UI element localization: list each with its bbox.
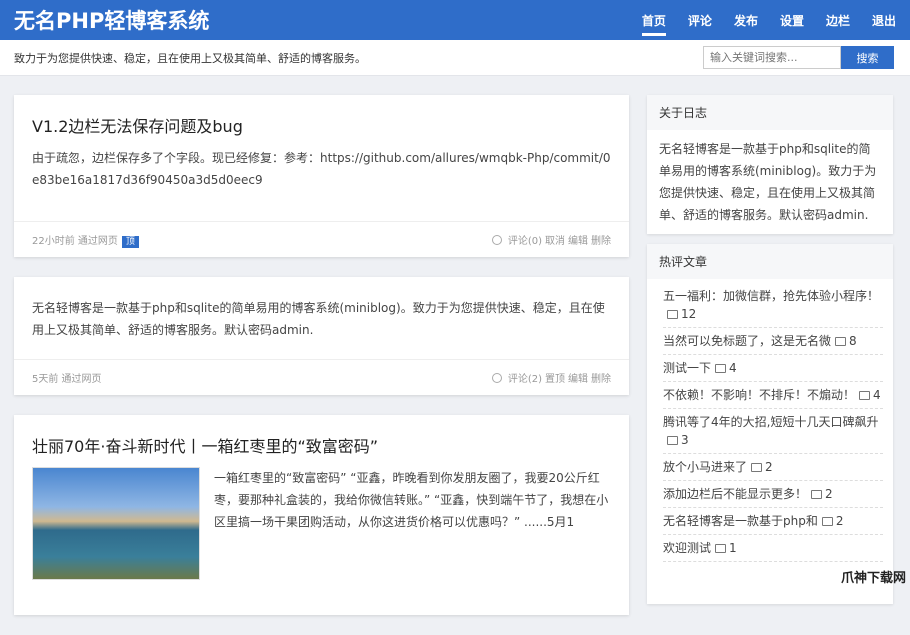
post-card: 壮丽70年·奋斗新时代丨一箱红枣里的“致富密码” 一箱红枣里的“致富密码” “亚… (14, 415, 629, 615)
comment-count: 2 (765, 460, 773, 474)
post-text: 由于疏忽，边栏保存多了个字段。现已经修复：参考：https://github.c… (32, 151, 611, 187)
about-text: 无名轻博客是一款基于php和sqlite的简单易用的博客系统(miniblog)… (659, 142, 877, 222)
hot-post-item[interactable]: 当然可以免标题了，这是无名微 8 (663, 328, 883, 355)
post-title[interactable]: V1.2边栏无法保存问题及bug (32, 113, 611, 137)
comment-count: 8 (849, 334, 857, 348)
search-input[interactable] (703, 46, 841, 69)
hot-post-item[interactable]: 放个小马进来了 2 (663, 454, 883, 481)
comment-icon (715, 544, 727, 553)
edit-link[interactable]: 编辑 (568, 374, 588, 385)
comments-link[interactable]: 评论(0) (508, 236, 542, 247)
post-meta: 22小时前 通过网页 (32, 236, 118, 247)
post-card: 无名轻博客是一款基于php和sqlite的简单易用的博客系统(miniblog)… (14, 277, 629, 395)
hot-post-item[interactable]: 无名轻博客是一款基于php和 2 (663, 508, 883, 535)
post-meta: 5天前 通过网页 (32, 374, 102, 385)
post-thumbnail[interactable] (32, 467, 200, 580)
pinned-badge: 顶 (121, 236, 139, 248)
unpin-link[interactable]: 取消 (545, 236, 565, 247)
edit-link[interactable]: 编辑 (568, 236, 588, 247)
comments-link[interactable]: 评论(2) (508, 374, 542, 385)
post-text: 一箱红枣里的“致富密码” “亚鑫，昨晚看到你发朋友圈了，我要20公斤红枣，要那种… (214, 471, 609, 529)
post-list: V1.2边栏无法保存问题及bug 由于疏忽，边栏保存多了个字段。现已经修复：参考… (14, 95, 629, 635)
comment-icon (667, 436, 678, 445)
nav-home[interactable]: 首页 (641, 4, 666, 36)
comment-count: 3 (681, 433, 689, 447)
subheader: 致力于为您提供快速、稳定，且在使用上又极其简单、舒适的博客服务。 搜索 (0, 40, 910, 76)
nav-logout[interactable]: 退出 (872, 4, 896, 36)
hot-post-item[interactable]: 欢迎测试 1 (663, 535, 883, 562)
watermark: 爪神下载网 (840, 571, 906, 586)
hot-post-title[interactable]: 五一福利：加微信群，抢先体验小程序！ (663, 289, 879, 303)
comment-icon (491, 235, 502, 245)
comment-icon (751, 463, 763, 472)
post-title[interactable]: 壮丽70年·奋斗新时代丨一箱红枣里的“致富密码” (32, 433, 611, 457)
comment-count: 2 (835, 514, 844, 528)
comment-icon (811, 490, 823, 499)
widget-title: 关于日志 (647, 95, 893, 130)
hot-post-title[interactable]: 欢迎测试 (663, 541, 711, 555)
nav-sidebar[interactable]: 边栏 (826, 4, 850, 36)
comment-icon (667, 310, 678, 319)
nav-comments[interactable]: 评论 (688, 4, 712, 36)
site-title[interactable]: 无名PHP轻博客系统 (14, 5, 620, 35)
hot-post-title[interactable]: 测试一下 (663, 361, 711, 375)
search-form: 搜索 (703, 46, 894, 69)
post-text: 无名轻博客是一款基于php和sqlite的简单易用的博客系统(miniblog)… (32, 301, 605, 337)
comment-count: 2 (825, 487, 833, 501)
search-button[interactable]: 搜索 (841, 46, 894, 69)
comment-count: 4 (729, 361, 737, 375)
header: 无名PHP轻博客系统 首页 评论 发布 设置 边栏 退出 (0, 0, 910, 40)
hot-post-title[interactable]: 不依赖！不影响！不排斥！不煽动！ (663, 388, 855, 402)
comment-icon (859, 391, 871, 400)
sidebar: 关于日志 无名轻博客是一款基于php和sqlite的简单易用的博客系统(mini… (647, 95, 893, 614)
hot-post-item[interactable]: 腾讯等了4年的大招,短短十几天口碑飙升 3 (663, 409, 883, 454)
hot-post-item[interactable]: 添加边栏后不能显示更多！ 2 (663, 481, 883, 508)
hot-post-title[interactable]: 添加边栏后不能显示更多！ (663, 487, 807, 501)
about-widget: 关于日志 无名轻博客是一款基于php和sqlite的简单易用的博客系统(mini… (647, 95, 893, 234)
hot-post-item[interactable]: 不依赖！不影响！不排斥！不煽动！ 4 (663, 382, 883, 409)
comment-icon (491, 373, 502, 383)
comment-count: 12 (681, 307, 697, 321)
hot-post-title[interactable]: 无名轻博客是一款基于php和 (663, 514, 818, 528)
slogan: 致力于为您提供快速、稳定，且在使用上又极其简单、舒适的博客服务。 (14, 51, 366, 65)
nav-publish[interactable]: 发布 (734, 4, 758, 36)
main-nav: 首页 评论 发布 设置 边栏 退出 (620, 4, 896, 36)
nav-settings[interactable]: 设置 (780, 4, 804, 36)
comment-count: 4 (873, 388, 881, 402)
comment-icon (821, 517, 833, 526)
comment-icon (715, 364, 727, 373)
hot-post-item[interactable]: 五一福利：加微信群，抢先体验小程序！ 12 (663, 283, 883, 328)
widget-title: 热评文章 (647, 244, 893, 279)
hot-post-title[interactable]: 腾讯等了4年的大招,短短十几天口碑飙升 (663, 415, 878, 429)
delete-link[interactable]: 删除 (591, 236, 611, 247)
comment-count: 1 (729, 541, 737, 555)
hot-post-item[interactable]: 测试一下 4 (663, 355, 883, 382)
delete-link[interactable]: 删除 (591, 374, 611, 385)
hot-posts-widget: 热评文章 五一福利：加微信群，抢先体验小程序！12 当然可以免标题了，这是无名微 8… (647, 244, 893, 604)
pin-link[interactable]: 置顶 (545, 374, 565, 385)
comment-icon (835, 337, 847, 346)
hot-post-title[interactable]: 放个小马进来了 (663, 460, 747, 474)
post-card: V1.2边栏无法保存问题及bug 由于疏忽，边栏保存多了个字段。现已经修复：参考… (14, 95, 629, 257)
hot-post-title[interactable]: 当然可以免标题了，这是无名微 (663, 334, 831, 348)
